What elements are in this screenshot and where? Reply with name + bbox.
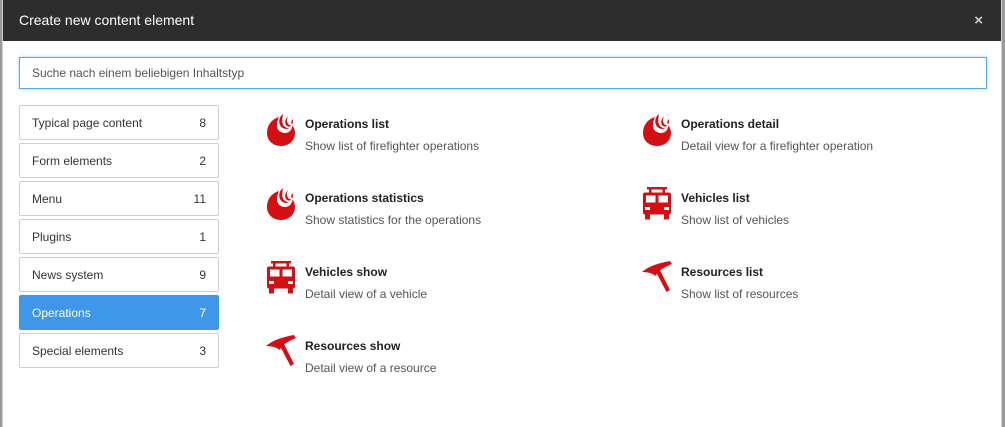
category-form-elements[interactable]: Form elements 2 [19,143,219,178]
new-content-element-dialog: Create new content element × Typical pag… [2,0,1002,427]
element-title: Operations list [305,117,390,131]
search-input[interactable] [19,57,987,89]
element-description: Show statistics for the operations [305,213,482,227]
close-icon[interactable]: × [974,12,983,30]
category-label: Plugins [32,229,72,244]
category-typical-page-content[interactable]: Typical page content 8 [19,105,219,140]
category-count: 2 [199,153,206,168]
element-operations-detail[interactable]: Operations detail Detail view for a fire… [641,112,981,172]
category-plugins[interactable]: Plugins 1 [19,219,219,254]
category-count: 9 [199,267,206,282]
element-operations-statistics[interactable]: Operations statistics Show statistics fo… [265,186,605,246]
element-resources-list[interactable]: Resources list Show list of resources [641,260,981,320]
category-news-system[interactable]: News system 9 [19,257,219,292]
category-label: Typical page content [32,115,143,130]
category-operations[interactable]: Operations 7 [19,295,219,330]
element-title: Vehicles show [305,265,388,279]
element-description: Detail view for a firefighter operation [681,139,874,153]
category-label: Menu [32,191,63,206]
axe-icon [265,334,297,370]
dialog-header: Create new content element × [3,0,1001,41]
category-label: Special elements [32,343,124,358]
category-list: Typical page content 8 Form elements 2 M… [19,105,219,371]
category-label: Form elements [32,153,113,168]
element-title: Resources list [681,265,764,279]
element-title: Vehicles list [681,191,750,205]
element-title: Resources show [305,339,401,353]
fire-truck-icon [265,260,297,296]
flame-icon [641,112,673,148]
element-vehicles-show[interactable]: Vehicles show Detail view of a vehicle [265,260,605,320]
category-count: 3 [199,343,206,358]
axe-icon [641,260,673,296]
element-operations-list[interactable]: Operations list Show list of firefighter… [265,112,605,172]
category-special-elements[interactable]: Special elements 3 [19,333,219,368]
element-description: Show list of vehicles [681,213,790,227]
element-title: Operations statistics [305,191,424,205]
category-label: News system [32,267,104,282]
category-count: 11 [193,191,206,206]
element-description: Detail view of a vehicle [305,287,428,301]
category-count: 1 [199,229,206,244]
element-vehicles-list[interactable]: Vehicles list Show list of vehicles [641,186,981,246]
element-resources-show[interactable]: Resources show Detail view of a resource [265,334,605,394]
flame-icon [265,186,297,222]
flame-icon [265,112,297,148]
category-label: Operations [32,305,91,320]
fire-truck-icon [641,186,673,222]
element-description: Show list of resources [681,287,799,301]
category-count: 7 [199,305,206,320]
element-title: Operations detail [681,117,780,131]
category-count: 8 [199,115,206,130]
category-menu[interactable]: Menu 11 [19,181,219,216]
element-description: Detail view of a resource [305,361,437,375]
dialog-title: Create new content element [19,12,195,28]
element-description: Show list of firefighter operations [305,139,480,153]
